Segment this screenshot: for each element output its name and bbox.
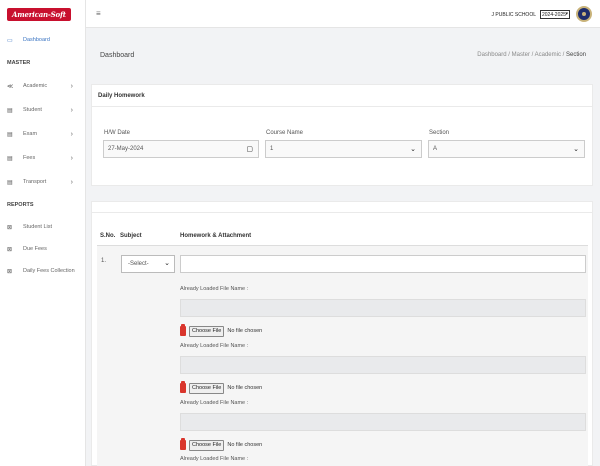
- course-name-select[interactable]: 1 ⌄: [265, 140, 422, 158]
- daily-homework-card: Daily Homework H/W Date 27-May-2024 ▢ Co…: [91, 84, 593, 186]
- academic-icon: ≪: [7, 83, 14, 90]
- attachment-label: Already Loaded File Name :: [180, 456, 249, 462]
- calendar-icon[interactable]: ▢: [246, 145, 253, 153]
- report-icon: ⊠: [7, 268, 13, 275]
- sidebar-item-student-list[interactable]: ⊠ Student List: [0, 216, 85, 238]
- school-name: J PUBLIC SCHOOL: [491, 12, 536, 18]
- choose-file-button[interactable]: Choose File: [189, 325, 225, 337]
- sidebar-item-fees[interactable]: ▤ Fees ›: [0, 146, 85, 170]
- attachment-label: Already Loaded File Name :: [180, 400, 249, 406]
- page-title: Dashboard: [100, 52, 135, 59]
- brand[interactable]: American-Soft: [0, 0, 85, 28]
- school-emblem-icon[interactable]: [576, 6, 592, 22]
- attachment-block: Already Loaded File Name : Choose File N…: [180, 286, 586, 337]
- hw-date-label: H/W Date: [104, 130, 131, 136]
- sidebar-item-academic[interactable]: ≪ Academic ›: [0, 74, 85, 98]
- file-upload: Choose File No file chosen: [180, 381, 586, 394]
- chevron-right-icon: ›: [70, 130, 73, 138]
- sidebar-item-label: Student List: [23, 224, 53, 230]
- sidebar-item-label: Daily Fees Collection: [23, 268, 75, 274]
- exam-icon: ▤: [7, 131, 13, 138]
- chevron-right-icon: ›: [70, 106, 73, 114]
- pdf-file-icon[interactable]: [180, 381, 186, 393]
- homework-table-card: S.No. Subject Homework & Attachment 1. -…: [91, 201, 593, 466]
- column-header-homework: Homework & Attachment: [180, 233, 252, 239]
- course-name-value: 1: [270, 146, 274, 152]
- sidebar-item-due-fees[interactable]: ⊠ Due Fees: [0, 238, 85, 260]
- loaded-file-name-box: [180, 299, 586, 317]
- no-file-text: No file chosen: [227, 385, 263, 391]
- column-header-sno: S.No.: [100, 233, 116, 239]
- section-value: A: [433, 146, 438, 152]
- no-file-text: No file chosen: [227, 442, 263, 448]
- loaded-file-name-box: [180, 356, 586, 374]
- course-name-label: Course Name: [266, 130, 304, 136]
- homework-input[interactable]: [180, 255, 586, 273]
- session-select[interactable]: 2024-2025 ▾: [540, 10, 570, 19]
- breadcrumb-item[interactable]: Academic: [535, 52, 561, 58]
- hw-date-value: 27-May-2024: [108, 146, 144, 152]
- sidebar-item-label: Dashboard: [23, 37, 50, 43]
- sidebar-section-reports: REPORTS: [7, 202, 34, 208]
- sidebar-item-exam[interactable]: ▤ Exam ›: [0, 122, 85, 146]
- chevron-down-icon: ⌄: [410, 146, 416, 153]
- sidebar-item-daily-fees-collection[interactable]: ⊠ Daily Fees Collection: [0, 260, 85, 282]
- sidebar-section-master: MASTER: [7, 60, 31, 66]
- section-select[interactable]: A ⌄: [428, 140, 585, 158]
- pdf-file-icon[interactable]: [180, 324, 186, 336]
- sidebar: American-Soft ▭ Dashboard MASTER ≪ Acade…: [0, 0, 86, 466]
- transport-icon: ▤: [7, 179, 13, 186]
- divider: [92, 212, 592, 213]
- loaded-file-name-box: [180, 413, 586, 431]
- report-icon: ⊠: [7, 246, 13, 253]
- sidebar-item-label: Due Fees: [23, 246, 47, 252]
- dashboard-icon: ▭: [7, 37, 13, 44]
- sidebar-item-label: Fees: [23, 155, 36, 161]
- chevron-down-icon: ⌄: [164, 260, 170, 267]
- file-upload: Choose File No file chosen: [180, 438, 586, 451]
- attachment-block: Already Loaded File Name : Choose File N…: [180, 400, 586, 451]
- chevron-right-icon: ›: [70, 82, 73, 90]
- choose-file-button[interactable]: Choose File: [189, 382, 225, 394]
- breadcrumb: Dashboard / Master / Academic / Section: [477, 52, 586, 58]
- sidebar-item-transport[interactable]: ▤ Transport ›: [0, 170, 85, 194]
- hamburger-icon[interactable]: ≡: [96, 9, 101, 18]
- session-value: 2024-2025: [542, 11, 566, 18]
- attachment-block: Already Loaded File Name :: [180, 456, 586, 466]
- row-sno: 1.: [101, 258, 107, 264]
- chevron-down-icon: ⌄: [573, 146, 579, 153]
- breadcrumb-current: Section: [565, 52, 586, 58]
- fees-icon: ▤: [7, 155, 13, 162]
- student-icon: ▤: [7, 107, 13, 114]
- chevron-down-icon: ▾: [565, 11, 568, 17]
- choose-file-button[interactable]: Choose File: [189, 439, 225, 451]
- no-file-text: No file chosen: [227, 328, 263, 334]
- topbar: ≡ J PUBLIC SCHOOL 2024-2025 ▾: [86, 0, 600, 28]
- chevron-right-icon: ›: [70, 154, 73, 162]
- file-upload: Choose File No file chosen: [180, 324, 586, 337]
- sidebar-item-label: Transport: [23, 179, 47, 185]
- breadcrumb-item[interactable]: Dashboard: [477, 52, 506, 58]
- sidebar-item-student[interactable]: ▤ Student ›: [0, 98, 85, 122]
- card-title: Daily Homework: [92, 85, 592, 107]
- sidebar-item-label: Academic: [23, 83, 48, 89]
- hw-date-input[interactable]: 27-May-2024 ▢: [103, 140, 259, 158]
- attachment-block: Already Loaded File Name : Choose File N…: [180, 343, 586, 394]
- sidebar-item-label: Student: [23, 107, 42, 113]
- section-label: Section: [429, 130, 450, 136]
- attachment-label: Already Loaded File Name :: [180, 343, 249, 349]
- subject-select[interactable]: -Select- ⌄: [121, 255, 175, 273]
- brand-logo[interactable]: American-Soft: [7, 7, 71, 21]
- attachment-label: Already Loaded File Name :: [180, 286, 249, 292]
- breadcrumb-item[interactable]: Master: [512, 52, 530, 58]
- column-header-subject: Subject: [120, 233, 142, 239]
- report-icon: ⊠: [7, 224, 13, 231]
- subject-value: -Select-: [128, 261, 149, 267]
- sidebar-item-label: Exam: [23, 131, 38, 137]
- pdf-file-icon[interactable]: [180, 438, 186, 450]
- sidebar-item-dashboard[interactable]: ▭ Dashboard: [0, 28, 85, 52]
- chevron-right-icon: ›: [70, 178, 73, 186]
